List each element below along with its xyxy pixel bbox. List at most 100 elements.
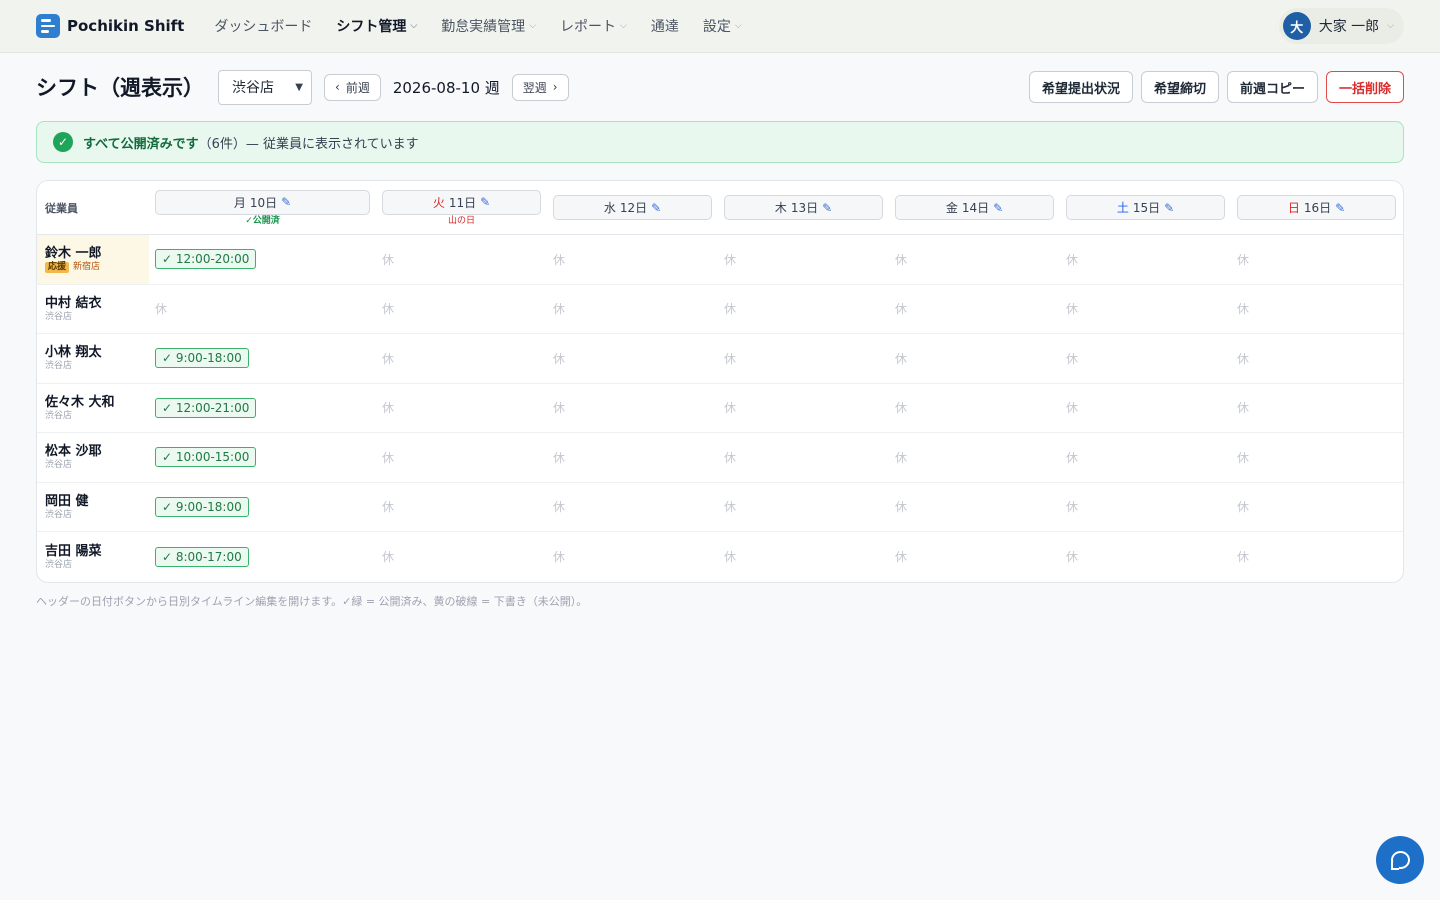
shift-cell[interactable]: 休 bbox=[1231, 483, 1402, 532]
employee-cell[interactable]: 中村 結衣 渋谷店 bbox=[37, 285, 149, 334]
day-timeline-button[interactable]: 金 14日 ✎ bbox=[895, 195, 1054, 220]
shift-cell[interactable]: 休 bbox=[376, 532, 547, 582]
nav-item-dashboard[interactable]: ダッシュボード bbox=[214, 16, 312, 36]
nav-item-shift[interactable]: シフト管理 ⌵ bbox=[336, 16, 417, 36]
shift-cell[interactable]: 休 bbox=[889, 334, 1060, 383]
shift-cell[interactable]: 休 bbox=[149, 285, 376, 334]
employee-store-name: 渋谷店 bbox=[45, 559, 73, 570]
shift-cell[interactable]: 休 bbox=[376, 483, 547, 532]
shift-cell[interactable]: 休 bbox=[1231, 285, 1402, 334]
shift-chip[interactable]: ✓ 10:00-15:00 bbox=[155, 447, 257, 468]
shift-cell[interactable]: 休 bbox=[718, 483, 889, 532]
shift-cell[interactable]: 休 bbox=[1231, 334, 1402, 383]
day-off-label: 休 bbox=[724, 401, 737, 416]
shift-cell[interactable]: 休 bbox=[547, 532, 718, 582]
next-week-button[interactable]: 翌週 › bbox=[511, 73, 569, 101]
shift-cell[interactable]: 休 bbox=[376, 334, 547, 383]
shift-cell[interactable]: ✓ 9:00-18:00 bbox=[149, 483, 376, 532]
day-header: 金 14日 ✎ bbox=[889, 181, 1060, 234]
day-off-label: 休 bbox=[1066, 450, 1079, 465]
shift-cell[interactable]: 休 bbox=[889, 483, 1060, 532]
table-row: 鈴木 一郎 応援 新宿店 ✓ 12:00-20:00 休 休 休 休 休 休 bbox=[37, 235, 1403, 285]
shift-cell[interactable]: 休 bbox=[1060, 235, 1231, 284]
employee-cell[interactable]: 鈴木 一郎 応援 新宿店 bbox=[37, 235, 149, 284]
shift-cell[interactable]: 休 bbox=[718, 433, 889, 482]
day-header: 土 15日 ✎ bbox=[1060, 181, 1231, 234]
store-select[interactable]: 渋谷店 ▼ bbox=[218, 69, 312, 105]
shift-cell[interactable]: 休 bbox=[1060, 334, 1231, 383]
chat-button[interactable] bbox=[1376, 836, 1424, 884]
shift-cell[interactable]: 休 bbox=[718, 235, 889, 284]
shift-cell[interactable]: 休 bbox=[1231, 433, 1402, 482]
shift-cell[interactable]: 休 bbox=[1231, 384, 1402, 433]
employee-cell[interactable]: 吉田 陽菜 渋谷店 bbox=[37, 532, 149, 582]
shift-cell[interactable]: 休 bbox=[718, 285, 889, 334]
shift-cell[interactable]: 休 bbox=[1060, 433, 1231, 482]
user-menu[interactable]: 大 大家 一郎 ⌵ bbox=[1278, 8, 1404, 44]
shift-cell[interactable]: 休 bbox=[547, 235, 718, 284]
shift-cell[interactable]: 休 bbox=[718, 384, 889, 433]
nav-item-notices[interactable]: 通達 bbox=[651, 16, 679, 36]
day-timeline-button[interactable]: 日 16日 ✎ bbox=[1237, 195, 1396, 220]
shift-cell[interactable]: 休 bbox=[1060, 532, 1231, 582]
shift-chip[interactable]: ✓ 9:00-18:00 bbox=[155, 348, 249, 369]
shift-cell[interactable]: 休 bbox=[547, 334, 718, 383]
shift-cell[interactable]: 休 bbox=[889, 433, 1060, 482]
shift-cell[interactable]: ✓ 12:00-21:00 bbox=[149, 384, 376, 433]
request-status-button[interactable]: 希望提出状況 bbox=[1028, 71, 1133, 103]
shift-chip[interactable]: ✓ 12:00-20:00 bbox=[155, 249, 257, 270]
shift-cell[interactable]: 休 bbox=[1060, 285, 1231, 334]
day-timeline-button[interactable]: 月 10日 ✎ bbox=[155, 189, 370, 215]
copy-prev-week-button[interactable]: 前週コピー bbox=[1226, 71, 1318, 103]
shift-cell[interactable]: 休 bbox=[1060, 384, 1231, 433]
shift-cell[interactable]: ✓ 9:00-18:00 bbox=[149, 334, 376, 383]
nav-item-reports[interactable]: レポート ⌵ bbox=[560, 16, 627, 36]
shift-cell[interactable]: 休 bbox=[376, 433, 547, 482]
day-timeline-button[interactable]: 水 12日 ✎ bbox=[553, 195, 712, 220]
shift-cell[interactable]: 休 bbox=[376, 384, 547, 433]
shift-cell[interactable]: 休 bbox=[547, 384, 718, 433]
pencil-icon: ✎ bbox=[1164, 200, 1175, 215]
shift-cell[interactable]: 休 bbox=[376, 285, 547, 334]
request-deadline-button[interactable]: 希望締切 bbox=[1140, 71, 1219, 103]
employee-cell[interactable]: 佐々木 大和 渋谷店 bbox=[37, 384, 149, 433]
day-timeline-button[interactable]: 土 15日 ✎ bbox=[1066, 195, 1225, 220]
nav-item-settings[interactable]: 設定 ⌵ bbox=[703, 16, 742, 36]
employee-cell[interactable]: 小林 翔太 渋谷店 bbox=[37, 334, 149, 383]
day-off-label: 休 bbox=[382, 351, 395, 366]
shift-chip[interactable]: ✓ 8:00-17:00 bbox=[155, 546, 249, 567]
day-timeline-button[interactable]: 火 11日 ✎ bbox=[382, 189, 541, 215]
shift-chip[interactable]: ✓ 9:00-18:00 bbox=[155, 496, 249, 517]
nav-item-attendance[interactable]: 勤怠実績管理 ⌵ bbox=[441, 16, 536, 36]
nav-item-label: レポート bbox=[560, 19, 617, 35]
shift-cell[interactable]: 休 bbox=[718, 334, 889, 383]
shift-cell[interactable]: 休 bbox=[1231, 235, 1402, 284]
employee-name: 佐々木 大和 bbox=[45, 394, 115, 410]
day-off-label: 休 bbox=[724, 252, 737, 267]
bulk-delete-button[interactable]: 一括削除 bbox=[1325, 71, 1404, 103]
employee-cell[interactable]: 松本 沙耶 渋谷店 bbox=[37, 433, 149, 482]
employee-name: 鈴木 一郎 bbox=[45, 246, 102, 262]
shift-cell[interactable]: 休 bbox=[547, 483, 718, 532]
day-weekday: 月 bbox=[233, 195, 246, 210]
shift-cell[interactable]: 休 bbox=[889, 285, 1060, 334]
brand[interactable]: Pochikin Shift bbox=[36, 14, 184, 38]
shift-chip[interactable]: ✓ 12:00-21:00 bbox=[155, 397, 257, 418]
employee-cell[interactable]: 岡田 健渋谷店 bbox=[37, 483, 149, 532]
shift-cell[interactable]: 休 bbox=[1060, 483, 1231, 532]
shift-cell[interactable]: ✓ 8:00-17:00 bbox=[149, 532, 376, 582]
shift-cell[interactable]: 休 bbox=[889, 235, 1060, 284]
day-timeline-button[interactable]: 木 13日 ✎ bbox=[724, 195, 883, 220]
shift-cell[interactable]: ✓ 10:00-15:00 bbox=[149, 433, 376, 482]
shift-cell[interactable]: 休 bbox=[1231, 532, 1402, 582]
shift-cell[interactable]: 休 bbox=[376, 235, 547, 284]
prev-week-button[interactable]: ‹ 前週 bbox=[324, 73, 381, 101]
shift-cell[interactable]: 休 bbox=[547, 285, 718, 334]
shift-cell[interactable]: 休 bbox=[547, 433, 718, 482]
day-headers: 月 10日 ✎ ✓公開済火 11日 ✎ 山の日水 12日 ✎ 木 13日 ✎ 金 14日 ✎ 土 15日 ✎ 日 16… bbox=[149, 181, 1402, 234]
shift-cell[interactable]: ✓ 12:00-20:00 bbox=[149, 235, 376, 284]
shift-cell[interactable]: 休 bbox=[889, 384, 1060, 433]
day-status: ✓公開済 bbox=[245, 215, 280, 226]
shift-cell[interactable]: 休 bbox=[718, 532, 889, 582]
shift-cell[interactable]: 休 bbox=[889, 532, 1060, 582]
